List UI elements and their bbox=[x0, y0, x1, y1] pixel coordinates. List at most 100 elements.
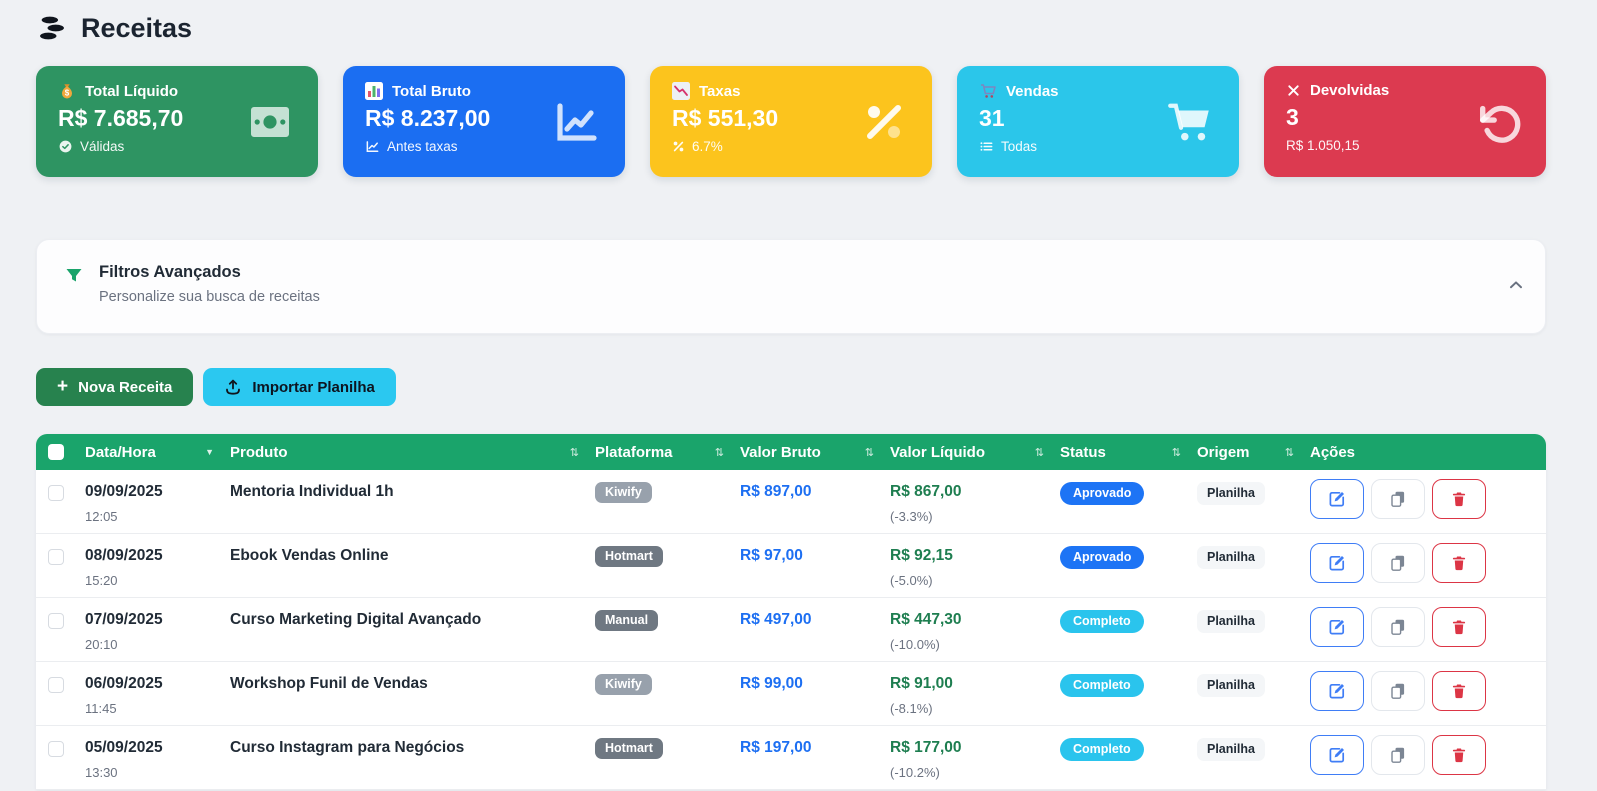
copy-icon bbox=[1388, 681, 1408, 701]
copy-icon bbox=[1388, 617, 1408, 637]
edit-button[interactable] bbox=[1310, 543, 1364, 583]
status-badge: Completo bbox=[1060, 738, 1144, 761]
row-gross-value: R$ 99,00 bbox=[740, 662, 890, 725]
edit-button[interactable] bbox=[1310, 607, 1364, 647]
row-net-value: R$ 867,00 bbox=[890, 483, 1060, 501]
origin-badge: Planilha bbox=[1197, 546, 1265, 569]
stat-card-total-liquido: $ Total Líquido R$ 7.685,70 Válidas bbox=[36, 66, 318, 177]
row-time: 12:05 bbox=[85, 509, 230, 524]
nova-receita-button[interactable]: + Nova Receita bbox=[36, 368, 193, 406]
stat-cards: $ Total Líquido R$ 7.685,70 Válidas Tota… bbox=[36, 66, 1546, 177]
duplicate-button[interactable] bbox=[1371, 543, 1425, 583]
edit-button[interactable] bbox=[1310, 735, 1364, 775]
table-header: Data/Hora ▼ Produto ⇅ Plataforma ⇅ Valor… bbox=[36, 434, 1546, 470]
row-checkbox[interactable] bbox=[48, 741, 64, 757]
row-checkbox[interactable] bbox=[48, 613, 64, 629]
percent-big-icon bbox=[860, 98, 908, 146]
column-header-valor-liquido[interactable]: Valor Líquido ⇅ bbox=[890, 444, 1060, 461]
row-net-delta: (-10.0%) bbox=[890, 637, 1060, 652]
row-gross-value: R$ 197,00 bbox=[740, 726, 890, 789]
duplicate-button[interactable] bbox=[1371, 479, 1425, 519]
list-icon bbox=[979, 139, 994, 154]
status-badge: Completo bbox=[1060, 610, 1144, 633]
sort-icon: ⇅ bbox=[570, 446, 579, 459]
row-date: 08/09/2025 bbox=[85, 547, 230, 565]
duplicate-button[interactable] bbox=[1371, 735, 1425, 775]
row-checkbox[interactable] bbox=[48, 485, 64, 501]
row-checkbox[interactable] bbox=[48, 677, 64, 693]
row-gross-value: R$ 897,00 bbox=[740, 470, 890, 533]
column-header-data-hora[interactable]: Data/Hora ▼ bbox=[85, 444, 230, 461]
card-footer-label: Todas bbox=[1001, 139, 1037, 154]
row-net-value: R$ 177,00 bbox=[890, 739, 1060, 757]
cart-big-icon bbox=[1165, 97, 1215, 147]
delete-button[interactable] bbox=[1432, 479, 1486, 519]
trend-line-icon bbox=[365, 139, 380, 154]
copy-icon bbox=[1388, 489, 1408, 509]
card-footer-label: Válidas bbox=[80, 139, 124, 154]
column-header-valor-bruto[interactable]: Valor Bruto ⇅ bbox=[740, 444, 890, 461]
card-footer-label: R$ 1.050,15 bbox=[1286, 138, 1360, 153]
row-product: Mentoria Individual 1h bbox=[230, 470, 595, 533]
money-bag-icon: $ bbox=[58, 82, 76, 100]
sort-icon: ⇅ bbox=[1172, 446, 1181, 459]
delete-button[interactable] bbox=[1432, 543, 1486, 583]
page-header: Receitas bbox=[36, 0, 1546, 44]
advanced-filters-panel[interactable]: Filtros Avançados Personalize sua busca … bbox=[36, 239, 1546, 334]
undo-icon bbox=[1476, 99, 1522, 145]
chevron-up-icon[interactable] bbox=[1507, 276, 1525, 294]
delete-button[interactable] bbox=[1432, 607, 1486, 647]
copy-icon bbox=[1388, 745, 1408, 765]
edit-icon bbox=[1327, 489, 1347, 509]
platform-badge: Manual bbox=[595, 610, 658, 631]
row-date: 07/09/2025 bbox=[85, 611, 230, 629]
sort-icon: ⇅ bbox=[1285, 446, 1294, 459]
status-badge: Completo bbox=[1060, 674, 1144, 697]
column-header-origem[interactable]: Origem ⇅ bbox=[1197, 444, 1310, 461]
row-net-value: R$ 91,00 bbox=[890, 675, 1060, 693]
row-time: 11:45 bbox=[85, 701, 230, 716]
edit-icon bbox=[1327, 617, 1347, 637]
edit-button[interactable] bbox=[1310, 671, 1364, 711]
chart-down-icon bbox=[672, 82, 690, 100]
trash-icon bbox=[1450, 746, 1468, 764]
duplicate-button[interactable] bbox=[1371, 607, 1425, 647]
table-row: 07/09/202520:10 Curso Marketing Digital … bbox=[36, 598, 1546, 662]
cart-icon bbox=[979, 82, 997, 100]
row-net-delta: (-3.3%) bbox=[890, 509, 1060, 524]
card-label: Devolvidas bbox=[1310, 82, 1389, 99]
line-chart-icon bbox=[553, 98, 601, 146]
column-header-plataforma[interactable]: Plataforma ⇅ bbox=[595, 444, 740, 461]
trash-icon bbox=[1450, 554, 1468, 572]
trash-icon bbox=[1450, 490, 1468, 508]
card-label: Total Líquido bbox=[85, 83, 178, 100]
delete-button[interactable] bbox=[1432, 735, 1486, 775]
edit-icon bbox=[1327, 553, 1347, 573]
card-label: Taxas bbox=[699, 83, 740, 100]
stat-card-devolvidas: Devolvidas 3 R$ 1.050,15 bbox=[1264, 66, 1546, 177]
funnel-icon bbox=[64, 266, 84, 286]
row-net-value: R$ 447,30 bbox=[890, 611, 1060, 629]
duplicate-button[interactable] bbox=[1371, 671, 1425, 711]
row-checkbox[interactable] bbox=[48, 549, 64, 565]
card-label: Vendas bbox=[1006, 83, 1059, 100]
edit-icon bbox=[1327, 681, 1347, 701]
column-header-status[interactable]: Status ⇅ bbox=[1060, 444, 1197, 461]
sort-icon: ⇅ bbox=[1035, 446, 1044, 459]
origin-badge: Planilha bbox=[1197, 674, 1265, 697]
page: Receitas $ Total Líquido R$ 7.685,70 Vál… bbox=[36, 0, 1546, 790]
table-row: 05/09/202513:30 Curso Instagram para Neg… bbox=[36, 726, 1546, 790]
delete-button[interactable] bbox=[1432, 671, 1486, 711]
row-gross-value: R$ 497,00 bbox=[740, 598, 890, 661]
importar-planilha-button[interactable]: Importar Planilha bbox=[203, 368, 396, 406]
filter-caret-icon: ▼ bbox=[205, 447, 214, 457]
select-all-checkbox[interactable] bbox=[48, 444, 64, 460]
receitas-table: Data/Hora ▼ Produto ⇅ Plataforma ⇅ Valor… bbox=[36, 434, 1546, 790]
sort-icon: ⇅ bbox=[865, 446, 874, 459]
edit-button[interactable] bbox=[1310, 479, 1364, 519]
table-row: 08/09/202515:20 Ebook Vendas Online Hotm… bbox=[36, 534, 1546, 598]
stat-card-taxas: Taxas R$ 551,30 6.7% bbox=[650, 66, 932, 177]
status-badge: Aprovado bbox=[1060, 482, 1144, 505]
column-header-produto[interactable]: Produto ⇅ bbox=[230, 444, 595, 461]
card-label: Total Bruto bbox=[392, 83, 471, 100]
